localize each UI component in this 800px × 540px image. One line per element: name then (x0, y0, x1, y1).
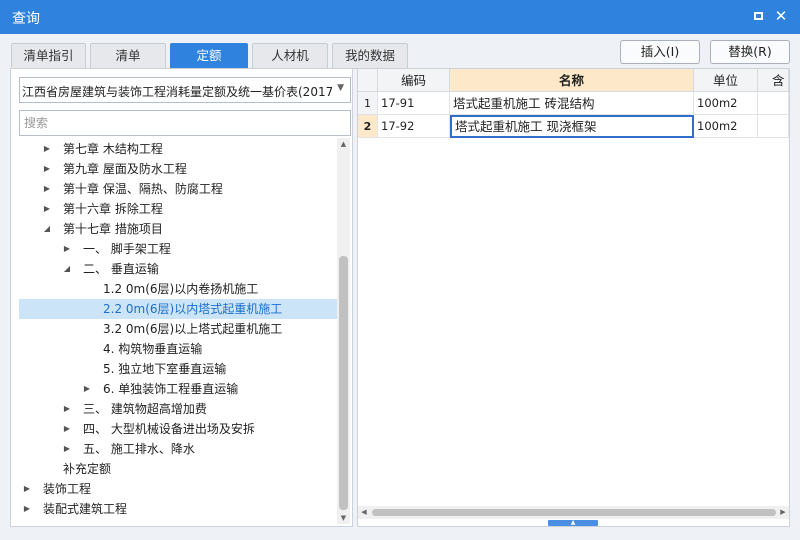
window-title: 查询 (12, 11, 40, 27)
tree-node[interactable]: ▶ 第十六章 拆除工程 (19, 199, 337, 219)
tree-node-label: 第十六章 拆除工程 (63, 202, 163, 216)
triangle-right-icon[interactable]: ▶ (22, 479, 32, 499)
replace-button[interactable]: 替换(R) (710, 40, 790, 64)
tree-node-label: 二、 垂直运输 (83, 262, 159, 276)
tree-node-label: 1.2 0m(6层)以内卷扬机施工 (103, 282, 259, 296)
library-select[interactable]: 江西省房屋建筑与装饰工程消耗量定额及统一基价表(2017) ▼ (19, 77, 351, 103)
cell-name[interactable]: 塔式起重机施工 砖混结构 (450, 92, 694, 115)
tree-node[interactable]: ▶ 第九章 屋面及防水工程 (19, 159, 337, 179)
tree-vertical-scrollbar[interactable]: ▲ ▼ (337, 138, 350, 524)
triangle-right-icon[interactable]: ▶ (82, 379, 92, 399)
scroll-right-icon[interactable]: ▶ (777, 506, 789, 519)
insert-button[interactable]: 插入(I) (620, 40, 700, 64)
row-number[interactable]: 2 (358, 115, 378, 138)
tree-node[interactable]: 3.2 0m(6层)以上塔式起重机施工 (19, 319, 337, 339)
maximize-icon[interactable] (752, 9, 766, 23)
triangle-right-icon[interactable]: ▶ (62, 239, 72, 259)
scrollbar-thumb[interactable] (339, 256, 348, 510)
row-number[interactable]: 1 (358, 92, 378, 115)
search-input[interactable] (19, 110, 351, 136)
cell-unit[interactable]: 100m2 (694, 92, 758, 115)
tree-node-label: 第九章 屋面及防水工程 (63, 162, 187, 176)
tree-node[interactable]: ▶ 第十章 保温、隔热、防腐工程 (19, 179, 337, 199)
tab-quota[interactable]: 定额 (170, 43, 248, 69)
panel-expand-handle[interactable]: ▲ (548, 520, 598, 526)
tree-node-label: 装饰工程 (43, 482, 92, 496)
tree-node[interactable]: 5. 独立地下室垂直运输 (19, 359, 337, 379)
column-header-name[interactable]: 名称 (450, 69, 694, 92)
library-select-value: 江西省房屋建筑与装饰工程消耗量定额及统一基价表(2017) (22, 85, 332, 99)
cell-code[interactable]: 17-92 (378, 115, 450, 138)
tree-node-label: 3.2 0m(6层)以上塔式起重机施工 (103, 322, 283, 336)
tab-labor-material-machine[interactable]: 人材机 (252, 43, 328, 69)
tree-node-label: 第七章 木结构工程 (63, 142, 163, 156)
tree-node[interactable]: ▶ 四、 大型机械设备进出场及安拆 (19, 419, 337, 439)
tree-node[interactable]: ▶ 第七章 木结构工程 (19, 139, 337, 159)
tree-node-label: 5. 独立地下室垂直运输 (103, 362, 227, 376)
scrollbar-thumb[interactable] (372, 509, 776, 516)
tree-node[interactable]: 2.2 0m(6层)以内塔式起重机施工 (19, 299, 337, 319)
tree-node[interactable]: ▶ 五、 施工排水、降水 (19, 439, 337, 459)
tree-node-label: 第十章 保温、隔热、防腐工程 (63, 182, 223, 196)
tree-node-label: 6. 单独装饰工程垂直运输 (103, 382, 239, 396)
tree-node-label: 装配式建筑工程 (43, 502, 128, 516)
tree-node[interactable]: ◢ 第十七章 措施项目 (19, 219, 337, 239)
triangle-down-icon[interactable]: ◢ (42, 219, 52, 239)
tree-node[interactable]: ▶ 装配式建筑工程 (19, 499, 337, 519)
triangle-right-icon[interactable]: ▶ (22, 499, 32, 519)
tree-node[interactable]: ▶ 三、 建筑物超高增加费 (19, 399, 337, 419)
close-icon[interactable]: ✕ (774, 9, 788, 24)
cell-unit[interactable]: 100m2 (694, 115, 758, 138)
triangle-right-icon[interactable]: ▶ (62, 419, 72, 439)
tree-node[interactable]: ◢ 二、 垂直运输 (19, 259, 337, 279)
tree-node[interactable]: 补充定额 (19, 459, 337, 479)
triangle-right-icon[interactable]: ▶ (42, 159, 52, 179)
tree-node-label: 一、 脚手架工程 (83, 242, 171, 256)
triangle-right-icon[interactable]: ▶ (62, 439, 72, 459)
triangle-right-icon[interactable]: ▶ (42, 199, 52, 219)
column-header-unit[interactable]: 单位 (694, 69, 758, 92)
tree-node-label: 四、 大型机械设备进出场及安拆 (83, 422, 255, 436)
triangle-right-icon[interactable]: ▶ (42, 139, 52, 159)
tree-node[interactable]: ▶ 一、 脚手架工程 (19, 239, 337, 259)
tree-node-label: 2.2 0m(6层)以内塔式起重机施工 (103, 302, 283, 316)
tree-node-label: 第十七章 措施项目 (63, 222, 163, 236)
tree-node[interactable]: 1.2 0m(6层)以内卷扬机施工 (19, 279, 337, 299)
grid-horizontal-scrollbar[interactable]: ◀ ▶ (358, 506, 789, 519)
tab-list[interactable]: 清单 (90, 43, 166, 69)
tree-node-label: 五、 施工排水、降水 (83, 442, 195, 456)
cell-name[interactable]: 塔式起重机施工 现浇框架 (450, 115, 694, 138)
tab-list-guide[interactable]: 清单指引 (11, 43, 86, 69)
triangle-right-icon[interactable]: ▶ (42, 179, 52, 199)
tree-node[interactable]: ▶ 装饰工程 (19, 479, 337, 499)
tree-node-label: 补充定额 (63, 462, 112, 476)
chapter-tree: ▶ 第七章 木结构工程 ▶ 第九章 屋面及防水工程 ▶ 第十章 保温、隔热、防腐工程 ▶ 第十… (19, 138, 337, 524)
row-number-header (358, 69, 378, 92)
triangle-right-icon[interactable]: ▶ (62, 399, 72, 419)
column-header-code[interactable]: 编码 (378, 69, 450, 92)
tab-my-data[interactable]: 我的数据 (332, 43, 408, 69)
tree-node[interactable]: 4. 构筑物垂直运输 (19, 339, 337, 359)
tree-node-label: 4. 构筑物垂直运输 (103, 342, 203, 356)
title-bar: 查询 ✕ (0, 0, 800, 34)
cell-code[interactable]: 17-91 (378, 92, 450, 115)
column-header-price[interactable]: 含税 (758, 69, 789, 92)
scroll-down-icon[interactable]: ▼ (337, 512, 350, 524)
tree-node-label: 三、 建筑物超高增加费 (83, 402, 207, 416)
cell-price[interactable] (758, 92, 789, 115)
chevron-down-icon: ▼ (337, 83, 344, 93)
scroll-up-icon[interactable]: ▲ (337, 138, 350, 150)
triangle-down-icon[interactable]: ◢ (62, 259, 72, 279)
tree-node[interactable]: ▶ 6. 单独装饰工程垂直运输 (19, 379, 337, 399)
scroll-left-icon[interactable]: ◀ (358, 506, 370, 519)
cell-price[interactable] (758, 115, 789, 138)
